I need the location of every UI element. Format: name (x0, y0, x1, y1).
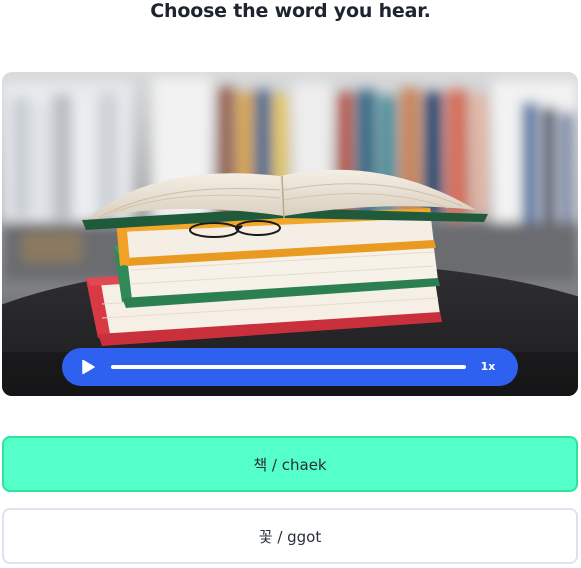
audio-progress-slider[interactable] (111, 365, 466, 369)
media-card: 1x (2, 72, 578, 396)
answer-option-2[interactable]: 꽃 / ggot (2, 508, 578, 564)
answer-option-label: 책 / chaek (253, 455, 327, 474)
play-icon (82, 359, 95, 375)
play-button[interactable] (78, 357, 98, 377)
question-title: Choose the word you hear. (150, 0, 431, 22)
audio-player: 1x (62, 348, 518, 386)
answer-option-label: 꽃 / ggot (258, 527, 322, 546)
answer-option-1[interactable]: 책 / chaek (2, 436, 578, 492)
playback-speed-button[interactable]: 1x (475, 357, 501, 377)
exercise-page: Choose the word you hear. 1x 책 / chaek 꽃… (0, 0, 581, 568)
